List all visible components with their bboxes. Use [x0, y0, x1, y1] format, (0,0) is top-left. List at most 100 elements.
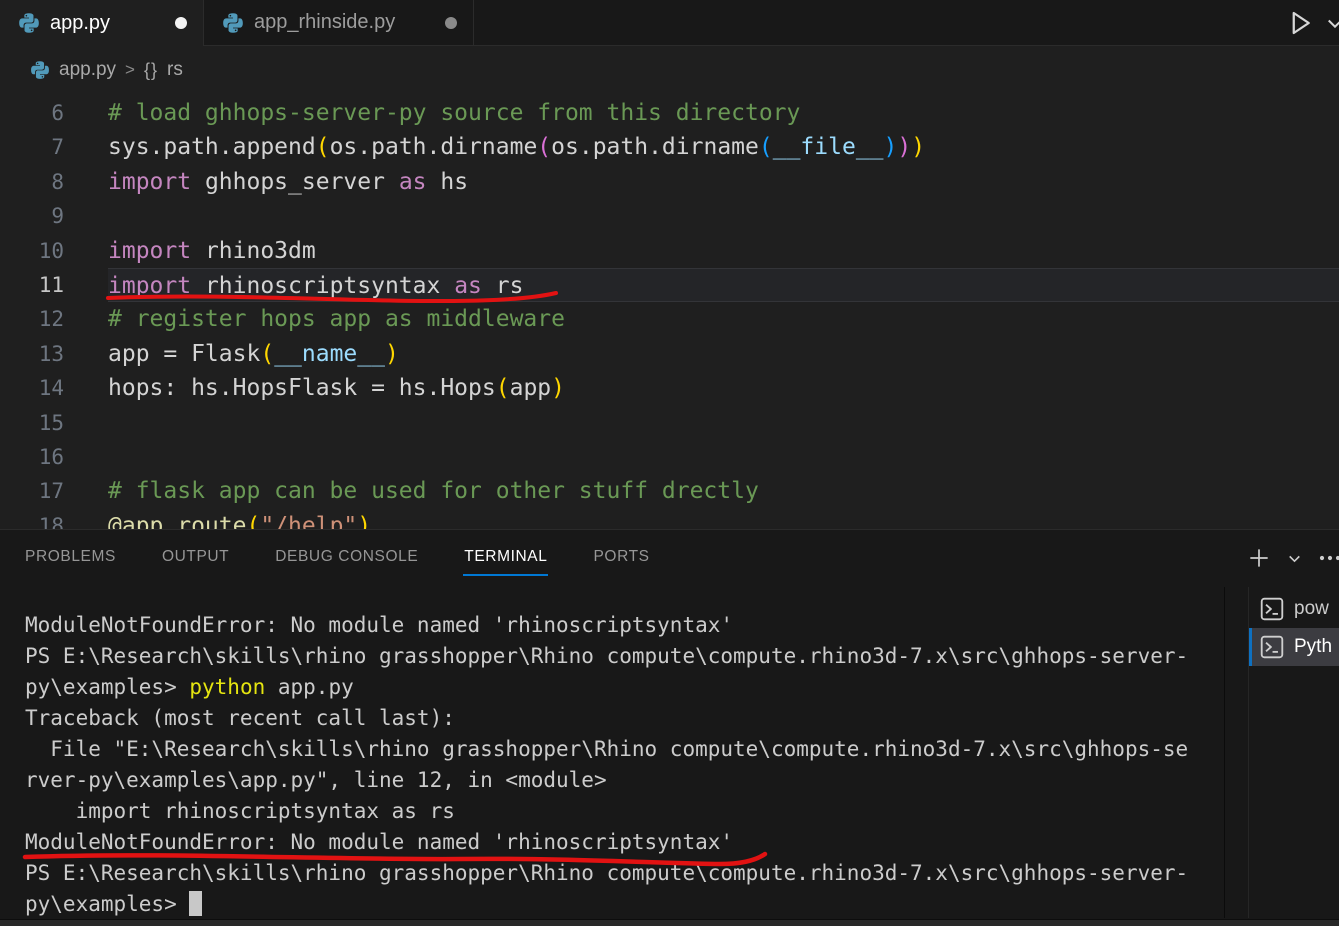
more-actions-icon[interactable] — [1317, 545, 1339, 571]
code-lines: 6 # load ghhops-server-py source from thi… — [0, 96, 1339, 529]
terminal-cursor — [189, 891, 203, 916]
text-segment: py\examples> — [25, 675, 190, 699]
text-segment: import rhinoscriptsyntax as rs — [25, 799, 455, 823]
text-segment: import — [108, 237, 192, 264]
text-segment: ( — [758, 134, 773, 161]
code-line-15[interactable]: 15 — [0, 406, 1339, 440]
code-text: # flask app can be used for other stuff … — [108, 474, 1339, 508]
terminal-line-1: ModuleNotFoundError: No module named 'rh… — [25, 610, 1221, 641]
terminal-output[interactable]: ModuleNotFoundError: No module named 'rh… — [25, 610, 1221, 920]
unsaved-dot-icon[interactable] — [445, 16, 457, 29]
text-segment: rhinoscriptsyntax — [191, 272, 455, 299]
text-segment: app.py — [265, 675, 354, 699]
text-segment: ghhops_server — [191, 168, 399, 195]
terminal-sash[interactable] — [1224, 587, 1225, 918]
panel-actions — [1246, 530, 1339, 586]
code-line-10[interactable]: 10 import rhino3dm — [0, 234, 1339, 268]
code-line-18[interactable]: 18 @app.route("/help") — [0, 509, 1339, 529]
code-editor[interactable]: 6 # load ghhops-server-py source from thi… — [0, 93, 1339, 529]
text-segment: ( — [260, 340, 275, 367]
text-segment: ) — [357, 512, 372, 529]
panel-tab-debug-console[interactable]: DEBUG CONSOLE — [274, 542, 419, 574]
code-line-8[interactable]: 8 import ghhops_server as hs — [0, 165, 1339, 199]
text-segment: python — [189, 675, 266, 699]
text-segment: os.path.dirname — [551, 134, 759, 161]
text-segment: ( — [495, 375, 510, 402]
terminal-line-8: ModuleNotFoundError: No module named 'rh… — [25, 827, 1221, 858]
breadcrumb-symbol[interactable]: rs — [167, 59, 183, 81]
editor-tab-bar: app.py app_rhinside.py — [0, 0, 1339, 46]
text-segment: ModuleNotFoundError: No module named 'rh… — [25, 830, 734, 854]
line-number: 11 — [38, 272, 64, 297]
terminal-line-2: PS E:\Research\skills\rhino grasshopper\… — [25, 641, 1221, 672]
line-number: 6 — [51, 101, 64, 125]
line-number: 15 — [38, 410, 64, 435]
code-line-13[interactable]: 13 app = Flask(__name__) — [0, 337, 1339, 371]
text-segment: # load ghhops-server-py source from this… — [108, 100, 801, 126]
text-segment: __file__ — [772, 134, 884, 161]
bottom-panel: PROBLEMS OUTPUT DEBUG CONSOLE TERMINAL PORTS… — [0, 529, 1339, 926]
tab-label: app_rhinside.py — [254, 11, 396, 33]
line-number: 13 — [38, 341, 64, 366]
line-number: 14 — [38, 376, 64, 401]
text-segment: as — [454, 272, 482, 299]
terminal-profile-chevron-icon[interactable] — [1286, 550, 1303, 567]
text-segment: ) — [883, 134, 898, 161]
new-terminal-button[interactable] — [1246, 545, 1272, 571]
panel-tab-problems[interactable]: PROBLEMS — [24, 542, 117, 574]
text-segment: PS E:\Research\skills\rhino grasshopper\… — [25, 644, 1189, 668]
run-dropdown-chevron-icon[interactable] — [1325, 13, 1339, 33]
line-number: 7 — [51, 135, 64, 160]
breadcrumb-file[interactable]: app.py — [59, 59, 116, 81]
text-segment: ( — [246, 512, 261, 529]
code-text: app = Flask(__name__) — [108, 337, 1339, 371]
code-line-14[interactable]: 14 hops: hs.HopsFlask = hs.Hops(app) — [0, 371, 1339, 405]
text-segment: ) — [911, 134, 926, 161]
text-segment: __name__ — [274, 340, 385, 367]
text-segment: File "E:\Research\skills\rhino grasshopp… — [25, 737, 1189, 761]
text-segment: ) — [897, 134, 912, 161]
code-line-12[interactable]: 12 # register hops app as middleware — [0, 302, 1339, 336]
symbol-braces-icon: {} — [143, 59, 159, 80]
terminal-icon — [1260, 597, 1284, 621]
code-text: sys.path.append(os.path.dirname(os.path.… — [108, 130, 1339, 164]
code-line-7[interactable]: 7 sys.path.append(os.path.dirname(os.path… — [0, 130, 1339, 164]
text-segment: import — [108, 168, 192, 195]
code-text: @app.route("/help") — [108, 509, 1339, 529]
text-segment: sys.path.append — [108, 134, 316, 161]
terminal-instance-pyth[interactable]: Pyth — [1249, 628, 1339, 666]
python-file-icon — [223, 12, 243, 33]
terminal-line-10: py\examples> — [25, 889, 1221, 920]
text-segment: os.path.dirname — [329, 134, 538, 161]
text-segment: # register hops app as middleware — [108, 306, 565, 333]
line-number: 10 — [38, 238, 64, 263]
panel-tab-output[interactable]: OUTPUT — [161, 542, 230, 574]
text-segment: ) — [384, 340, 399, 367]
line-number: 9 — [51, 204, 64, 229]
panel-tab-ports[interactable]: PORTS — [592, 542, 650, 574]
vscode-window: app.py app_rhinside.py app.py > {} rs 6 … — [0, 0, 1339, 926]
text-segment: hs — [426, 168, 469, 195]
terminal-instance-pow[interactable]: pow — [1249, 590, 1339, 628]
terminal-instance-label: Pyth — [1294, 636, 1333, 657]
code-line-6[interactable]: 6 # load ghhops-server-py source from thi… — [0, 96, 1339, 130]
code-line-9[interactable]: 9 — [0, 199, 1339, 233]
unsaved-dot-icon[interactable] — [175, 17, 187, 29]
text-segment: app = Flask — [108, 340, 261, 367]
terminal-lines: ModuleNotFoundError: No module named 'rh… — [25, 610, 1221, 920]
run-python-file-button[interactable] — [1285, 8, 1315, 38]
text-segment: app — [509, 375, 552, 402]
tab-app-py[interactable]: app.py — [0, 0, 204, 46]
python-file-icon — [19, 13, 39, 33]
text-segment: ( — [315, 134, 330, 161]
window-bottom-edge — [0, 919, 1339, 926]
line-number: 18 — [38, 513, 64, 529]
code-line-17[interactable]: 17 # flask app can be used for other stuf… — [0, 474, 1339, 508]
tab-app-rhinside-py[interactable]: app_rhinside.py — [204, 0, 474, 45]
text-segment: rs — [481, 272, 524, 299]
code-line-11[interactable]: 11 import rhinoscriptsyntax as rs — [0, 267, 1339, 303]
panel-tab-terminal[interactable]: TERMINAL — [463, 542, 549, 576]
code-line-16[interactable]: 16 — [0, 440, 1339, 474]
text-segment: "/help" — [260, 512, 358, 529]
